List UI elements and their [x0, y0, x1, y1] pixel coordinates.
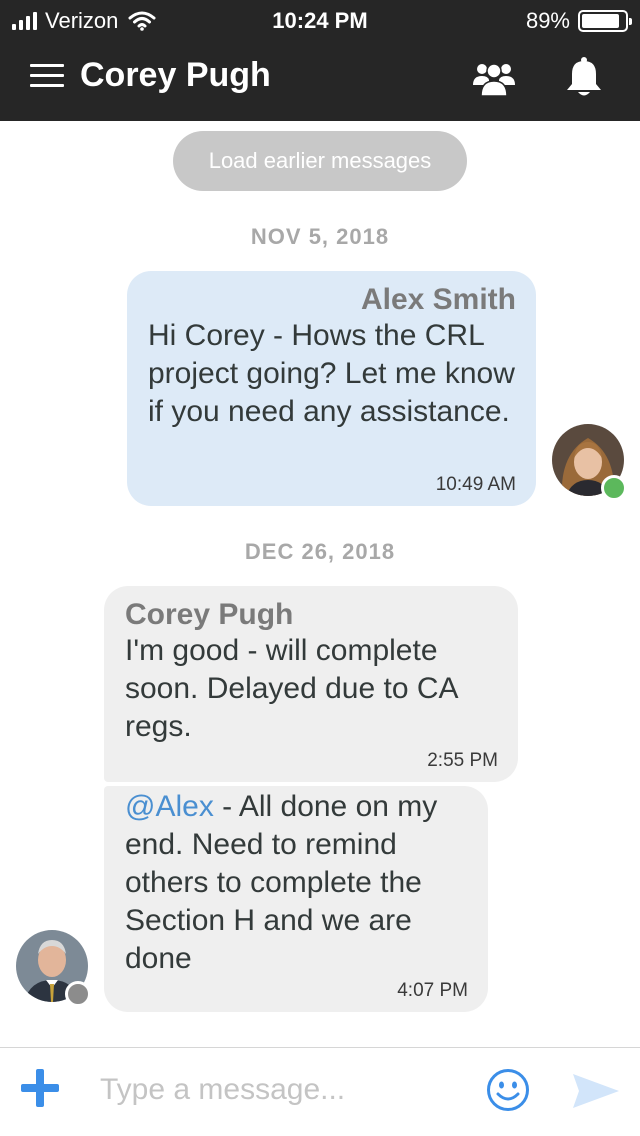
bell-icon[interactable]	[564, 56, 604, 98]
offline-status-indicator	[65, 981, 91, 1007]
mention-link[interactable]: @Alex	[125, 790, 214, 823]
date-separator: NOV 5, 2018	[250, 224, 390, 249]
group-icon[interactable]	[472, 58, 516, 98]
message-bubble-sent[interactable]: Alex Smith Hi Corey - Hows the CRL proje…	[127, 271, 536, 506]
send-icon[interactable]	[572, 1072, 620, 1110]
battery-percent: 89%	[525, 8, 570, 33]
nav-bar: Corey Pugh	[0, 40, 640, 121]
message-text: @Alex - All done on my end. Need to remi…	[125, 790, 438, 975]
message-sender: Corey Pugh	[125, 598, 294, 631]
message-bubble-received[interactable]: @Alex - All done on my end. Need to remi…	[104, 786, 488, 1012]
plus-icon[interactable]	[20, 1068, 60, 1108]
message-time: 2:55 PM	[427, 750, 498, 771]
message-text: Hi Corey - Hows the CRL project going? L…	[148, 319, 515, 428]
message-sender: Alex Smith	[360, 283, 516, 316]
message-time: 10:49 AM	[435, 474, 516, 495]
date-separator: DEC 26, 2018	[244, 539, 396, 564]
online-status-indicator	[601, 475, 627, 501]
menu-icon[interactable]	[30, 64, 64, 90]
battery-icon	[578, 10, 632, 32]
emoji-icon[interactable]	[486, 1068, 530, 1112]
message-time: 4:07 PM	[397, 980, 468, 1001]
message-bubble-received[interactable]: Corey Pugh I'm good - will complete soon…	[104, 586, 518, 782]
conversation-title: Corey Pugh	[80, 56, 271, 94]
battery-fill	[582, 14, 620, 28]
load-earlier-button[interactable]: Load earlier messages	[173, 131, 467, 191]
message-composer	[0, 1047, 640, 1136]
message-input[interactable]	[100, 1066, 470, 1114]
status-bar: Verizon 10:24 PM 89%	[0, 0, 640, 40]
message-list[interactable]: Load earlier messages NOV 5, 2018 Alex S…	[0, 121, 640, 1047]
message-text: I'm good - will complete soon. Delayed d…	[125, 634, 457, 743]
